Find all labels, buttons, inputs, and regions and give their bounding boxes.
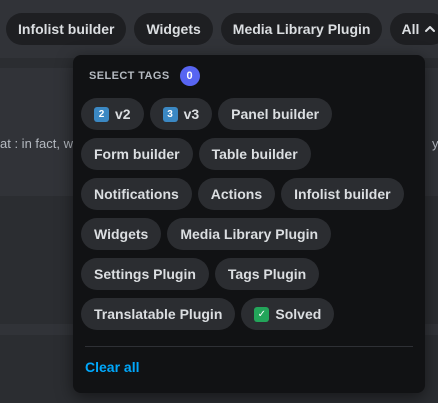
tag-option[interactable]: Infolist builder [281,178,404,210]
clear-all-button[interactable]: Clear all [85,359,139,375]
tag-option[interactable]: Media Library Plugin [167,218,332,250]
tag-option[interactable]: Table builder [198,138,311,170]
tag-option[interactable]: Tags Plugin [214,258,320,290]
tag-option[interactable]: Translatable Plugin [81,298,236,330]
filter-chip-widgets[interactable]: Widgets [134,13,213,45]
tag-option[interactable]: 3 v3 [149,98,213,130]
tag-option[interactable]: Form builder [81,138,193,170]
popup-header: SELECT TAGS 0 [89,66,200,86]
tag-label: Media Library Plugin [180,226,319,242]
all-tags-label: All [401,21,420,37]
tag-label: Widgets [94,226,149,242]
tag-label: v2 [115,106,131,122]
selected-count-badge: 0 [179,66,200,86]
chevron-up-icon [425,26,436,32]
check-icon: ✓ [254,306,270,322]
filter-chip-infolist-builder[interactable]: Infolist builder [6,13,127,45]
background-text: y n [432,136,438,151]
tag-label: Infolist builder [294,186,391,202]
tag-label: Notifications [94,186,179,202]
tag-list: 2 v2 3 v3 Panel builder Form builder Table bui… [81,98,417,330]
tag-label: Tags Plugin [227,266,307,282]
tag-option[interactable]: Settings Plugin [81,258,209,290]
number-icon: 3 [162,106,178,122]
filter-chip-media-library-plugin[interactable]: Media Library Plugin [220,13,383,45]
tag-label: Translatable Plugin [94,306,223,322]
tag-label: v3 [183,106,200,122]
tag-option[interactable]: ✓ Solved [241,298,335,330]
tag-option[interactable]: Actions [197,178,276,210]
popup-title: SELECT TAGS [89,70,170,82]
tag-label: Settings Plugin [94,266,196,282]
tag-label: Actions [210,186,263,202]
all-tags-button[interactable]: All [390,13,438,45]
tag-filter-bar: Infolist builder Widgets Media Library P… [0,0,438,58]
tag-option[interactable]: Widgets [81,218,162,250]
tag-option[interactable]: 2 v2 [81,98,144,130]
background-text: at : in fact, w [0,136,73,151]
tag-label: Form builder [94,146,180,162]
tag-label: Solved [275,306,322,322]
tag-option[interactable]: Panel builder [218,98,333,130]
tag-option[interactable]: Notifications [81,178,192,210]
divider [85,346,413,347]
select-tags-popup: SELECT TAGS 0 2 v2 3 v3 Panel builder Form bu… [73,55,425,393]
tag-label: Panel builder [231,106,320,122]
number-icon: 2 [94,106,109,122]
tag-label: Table builder [211,146,298,162]
